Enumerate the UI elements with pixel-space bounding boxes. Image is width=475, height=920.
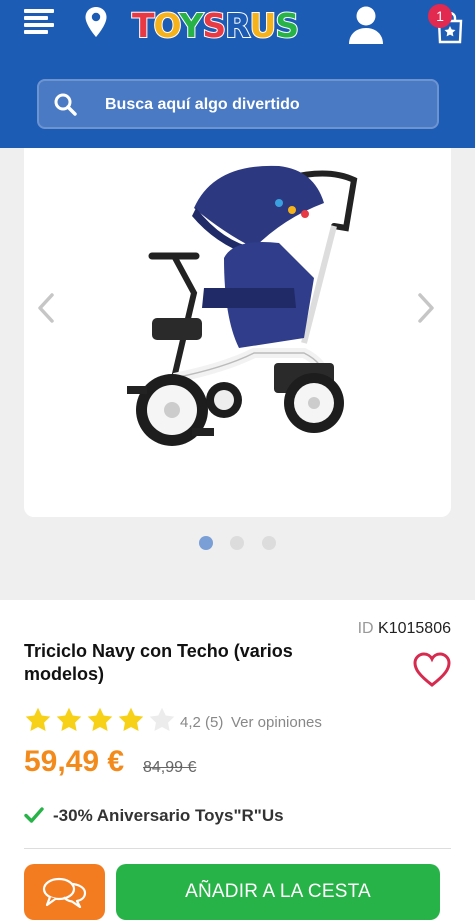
carousel-dot[interactable] (262, 536, 276, 550)
chat-button[interactable] (24, 864, 105, 920)
product-id: ID K1015806 (358, 620, 451, 638)
original-price: 84,99 € (143, 759, 197, 776)
check-icon (24, 807, 44, 823)
promo-text: -30% Aniversario Toys"R"Us (53, 806, 284, 825)
product-image-card (24, 148, 451, 517)
product-title: Triciclo Navy con Techo (varios modelos) (24, 641, 293, 684)
chat-bubbles-icon (42, 877, 87, 908)
toysrus-logo[interactable]: TOYSRUS (131, 4, 308, 48)
carousel-prev-icon[interactable] (36, 292, 56, 324)
carousel-dot[interactable] (230, 536, 244, 550)
divider (24, 848, 451, 849)
app-header: TOYSRUS 1 Busca aquí algo divertido (0, 0, 475, 148)
search-bar[interactable]: Busca aquí algo divertido (37, 79, 439, 129)
star-empty-icon (149, 707, 175, 731)
account-icon[interactable] (348, 5, 384, 45)
carousel-next-icon[interactable] (416, 292, 436, 324)
wishlist-heart-icon[interactable] (413, 652, 451, 688)
rating-value: 4,2 (5) (180, 714, 224, 731)
tricycle-navy-image (127, 165, 358, 446)
reviews-link[interactable]: Ver opiniones (231, 714, 322, 731)
product-id-value: K1015806 (378, 620, 451, 637)
add-to-cart-button[interactable]: AÑADIR A LA CESTA (116, 864, 440, 920)
current-price: 59,49 € (24, 745, 125, 778)
carousel-dot[interactable] (199, 536, 213, 550)
search-icon (54, 93, 77, 116)
star-filled-icon (25, 707, 51, 731)
store-locator-icon[interactable] (84, 6, 108, 38)
menu-icon[interactable] (24, 9, 54, 35)
star-filled-icon (56, 707, 82, 731)
carousel-dots (0, 536, 475, 550)
search-input[interactable]: Busca aquí algo divertido (105, 96, 300, 114)
cart-count-badge: 1 (428, 4, 452, 28)
star-filled-icon (118, 707, 144, 731)
star-filled-icon (87, 707, 113, 731)
product-id-label: ID (357, 620, 374, 637)
